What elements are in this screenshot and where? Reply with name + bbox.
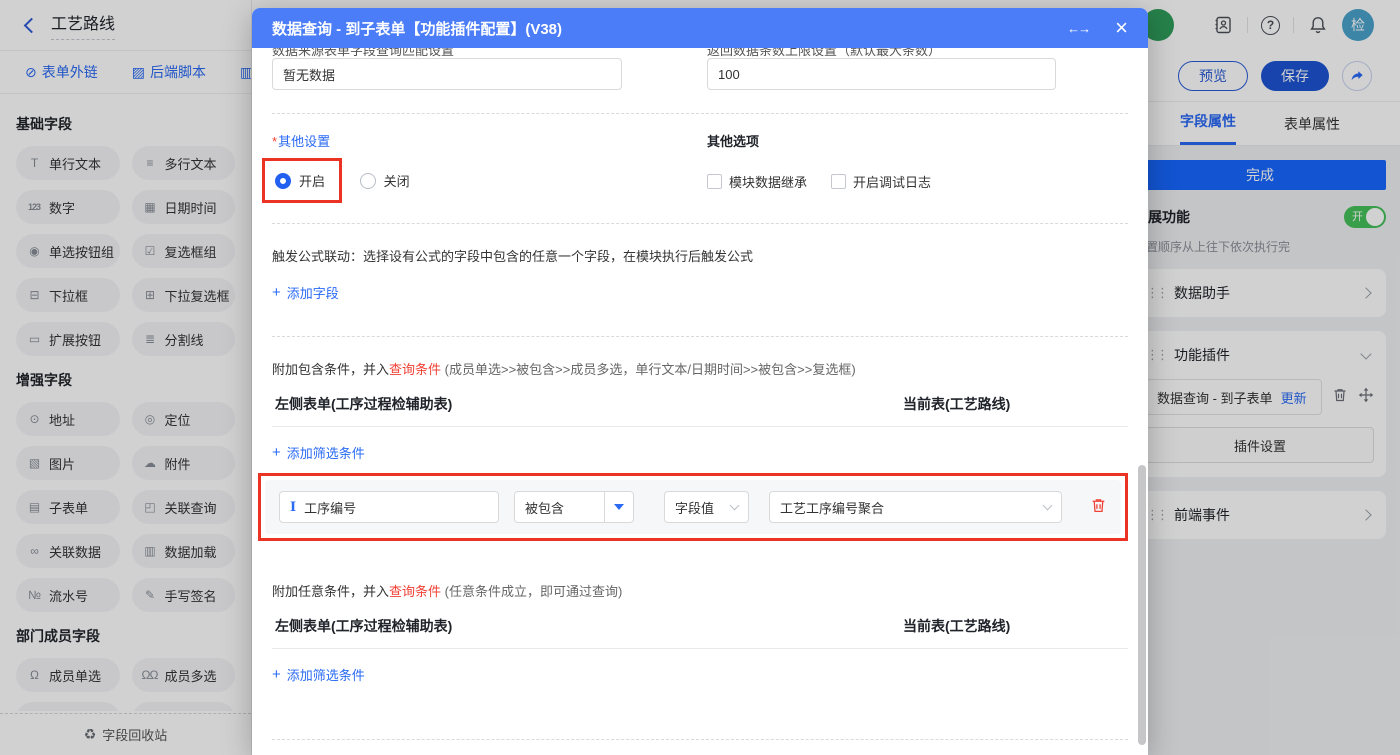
resize-icon[interactable]: ←→ xyxy=(1067,21,1091,36)
add-filter-link[interactable]: + 添加筛选条件 xyxy=(272,443,365,462)
left-form-header: 左侧表单(工序过程检辅助表) xyxy=(275,618,453,634)
annotation-box-radio: 开启 xyxy=(262,158,343,203)
query-condition-link[interactable]: 查询条件 xyxy=(389,362,441,377)
app-window: 工艺路线 ⊘ 表单外链 ▨ 后端脚本 ▥ 基础字段 T单行文本 ≡多行文本 12… xyxy=(0,0,1400,755)
current-form-header: 当前表(工艺路线) xyxy=(903,396,1011,412)
modal-scrollbar[interactable] xyxy=(1138,465,1146,745)
text-field-icon: I xyxy=(290,499,297,515)
limit-input[interactable] xyxy=(707,58,1056,90)
plugin-config-modal: 数据查询 - 到子表单【功能插件配置】(V38) ←→ × 数据来源表单字段查询… xyxy=(252,8,1148,755)
checkbox-debug-log[interactable]: 开启调试日志 xyxy=(831,172,931,191)
required-mark: * xyxy=(272,134,278,149)
condition-field-input[interactable]: I 工序编号 xyxy=(279,491,499,523)
any-condition-intro: 附加任意条件，并入查询条件 (任意条件成立，即可通过查询) xyxy=(272,584,623,599)
radio-on[interactable]: 开启 xyxy=(275,171,325,190)
other-settings-label: *其他设置 xyxy=(272,134,331,149)
add-filter-link[interactable]: + 添加筛选条件 xyxy=(272,665,365,684)
other-options-label: 其他选项 xyxy=(707,134,760,149)
value-select[interactable]: 工艺工序编号聚合 xyxy=(769,491,1062,523)
value-type-select[interactable]: 字段值 xyxy=(664,491,749,523)
clipped-label-right: 返回数据条数上限设置（默认最大条数） xyxy=(707,48,942,58)
radio-unselected-icon[interactable] xyxy=(359,172,376,189)
dashed-divider xyxy=(272,223,1128,224)
chevron-down-icon xyxy=(1042,500,1053,511)
dropdown-arrow-icon[interactable] xyxy=(605,504,633,510)
modal-header: 数据查询 - 到子表单【功能插件配置】(V38) ←→ × xyxy=(252,8,1148,48)
dashed-divider xyxy=(272,113,1128,114)
radio-off[interactable]: 关闭 xyxy=(359,171,410,190)
clipped-label-left: 数据来源表单字段查询匹配设置 xyxy=(272,48,455,58)
dashed-divider xyxy=(272,336,1128,337)
delete-condition-icon[interactable] xyxy=(1090,497,1107,517)
plus-icon: + xyxy=(272,666,281,683)
formula-trigger-hint: 触发公式联动：选择设有公式的字段中包含的任意一个字段，在模块执行后触发公式 xyxy=(272,249,754,264)
query-condition-link[interactable]: 查询条件 xyxy=(389,584,441,599)
chevron-down-icon xyxy=(729,500,740,511)
annotation-box-condition: I 工序编号 被包含 字段值 工艺工序编号聚合 xyxy=(258,473,1128,541)
current-form-header: 当前表(工艺路线) xyxy=(903,618,1011,634)
dashed-divider xyxy=(272,739,1128,740)
operator-select[interactable]: 被包含 xyxy=(514,491,634,523)
no-data-input[interactable] xyxy=(272,58,622,90)
condition-row: I 工序编号 被包含 字段值 工艺工序编号聚合 xyxy=(265,480,1121,534)
plus-icon: + xyxy=(272,284,281,301)
include-condition-intro: 附加包含条件，并入查询条件 (成员单选>>被包含>>成员多选，单行文本/日期时间… xyxy=(272,362,856,377)
modal-title: 数据查询 - 到子表单【功能插件配置】(V38) xyxy=(272,20,563,38)
left-form-header: 左侧表单(工序过程检辅助表) xyxy=(275,396,453,412)
checkbox-module-inherit[interactable]: 模块数据继承 xyxy=(707,172,807,191)
close-icon[interactable]: × xyxy=(1115,17,1128,39)
clipped-labels: 数据来源表单字段查询匹配设置 返回数据条数上限设置（默认最大条数） xyxy=(272,48,1128,58)
checkbox-icon[interactable] xyxy=(707,174,722,189)
plus-icon: + xyxy=(272,444,281,461)
radio-selected-icon[interactable] xyxy=(275,172,291,189)
checkbox-icon[interactable] xyxy=(831,174,847,189)
modal-body: 数据来源表单字段查询匹配设置 返回数据条数上限设置（默认最大条数） *其他设置 … xyxy=(252,48,1148,755)
add-field-link[interactable]: + 添加字段 xyxy=(272,283,339,302)
